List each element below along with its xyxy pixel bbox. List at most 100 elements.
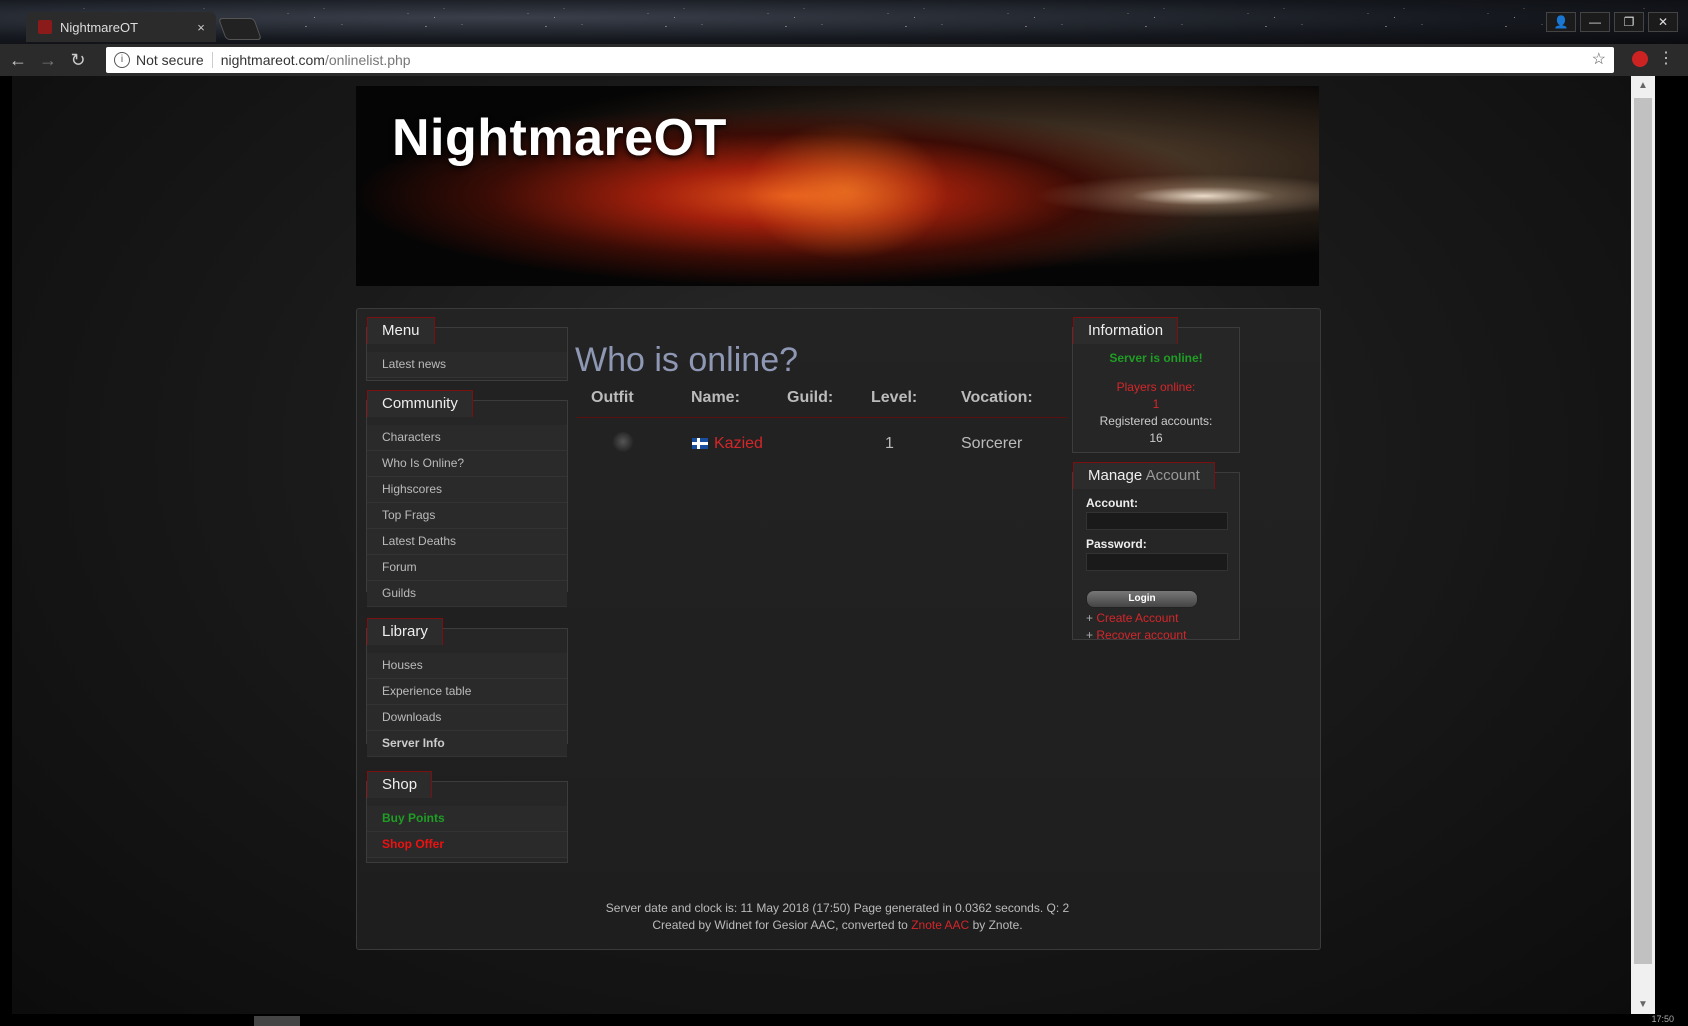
browser-toolbar: ← → ↻ i Not secure nightmareot.com/onlin… (0, 44, 1688, 76)
footer-server-time: Server date and clock is: 11 May 2018 (1… (605, 901, 1070, 915)
col-name: Name: (691, 389, 787, 418)
scroll-down-icon[interactable]: ▼ (1631, 999, 1655, 1010)
maximize-button[interactable]: ❐ (1614, 12, 1644, 32)
footer-credits: Created by Widnet for Gesior AAC, conver… (356, 917, 1319, 934)
library-heading: Library (367, 618, 443, 645)
reload-button[interactable]: ↻ (66, 50, 90, 71)
forward-button[interactable]: → (36, 50, 60, 71)
omnibox-separator (211, 52, 213, 68)
cell-vocation: Sorcerer (961, 435, 1023, 452)
tab-title: NightmareOT (60, 19, 139, 35)
taskbar-clock: 17:50 (1651, 1014, 1674, 1024)
manage-account-box: Manage Account Account: Password: Login … (1072, 462, 1240, 642)
site-favicon-icon (38, 20, 52, 34)
nav-server-info[interactable]: Server Info (367, 731, 567, 757)
profile-icon[interactable]: 👤 (1546, 12, 1576, 32)
login-form: Account: Password: Login + Create Accoun… (1073, 473, 1239, 652)
security-label: Not secure (136, 52, 204, 68)
recover-account-link[interactable]: Recover account (1096, 628, 1186, 642)
manage-account-heading: Manage Account (1073, 462, 1215, 489)
scroll-up-icon[interactable]: ▲ (1631, 80, 1655, 91)
scrollbar-thumb[interactable] (1634, 98, 1652, 964)
footer-credits-a: Created by Widnet for Gesior AAC, conver… (652, 918, 908, 932)
nav-buy-points[interactable]: Buy Points (367, 806, 567, 832)
browser-titlebar: NightmareOT × 👤 — ❐ ✕ (0, 0, 1688, 44)
plus-icon: + (1086, 628, 1094, 642)
nav-experience-table[interactable]: Experience table (367, 679, 567, 705)
footer-credits-b: by Znote. (972, 918, 1023, 932)
site-banner: NightmareOT (356, 86, 1319, 286)
account-heading-word: Account (1145, 467, 1200, 484)
nav-who-is-online[interactable]: Who Is Online? (367, 451, 567, 477)
plus-icon: + (1086, 611, 1094, 625)
site-title: NightmareOT (392, 109, 727, 167)
nav-top-frags[interactable]: Top Frags (367, 503, 567, 529)
account-links: + Create Account + Recover account (1086, 610, 1227, 644)
bookmark-star-icon[interactable]: ☆ (1592, 49, 1606, 69)
tab-close-icon[interactable]: × (192, 20, 210, 35)
browser-menu-icon[interactable]: ⋮ (1658, 48, 1674, 68)
page-scrollbar[interactable]: ▲ ▼ (1631, 76, 1655, 1014)
create-account-link[interactable]: Create Account (1096, 611, 1178, 625)
browser-tab[interactable]: NightmareOT × (26, 12, 216, 42)
nav-latest-news[interactable]: Latest news (367, 352, 567, 378)
registered-accounts-value: 16 (1149, 431, 1163, 445)
login-button[interactable]: Login (1086, 590, 1198, 608)
server-status: Server is online! (1109, 351, 1203, 365)
page-viewport: NightmareOT Menu Latest news Community C… (12, 76, 1655, 1014)
community-box: Community Characters Who Is Online? High… (366, 390, 568, 607)
close-window-button[interactable]: ✕ (1648, 12, 1678, 32)
nav-latest-deaths[interactable]: Latest Deaths (367, 529, 567, 555)
nav-houses[interactable]: Houses (367, 653, 567, 679)
url-host: nightmareot.com (220, 52, 325, 68)
shop-heading: Shop (367, 771, 433, 798)
table-header-row: Outfit Name: Guild: Level: Vocation: (577, 389, 1067, 418)
nav-characters[interactable]: Characters (367, 425, 567, 451)
cell-name: Kazied (691, 418, 871, 458)
nav-highscores[interactable]: Highscores (367, 477, 567, 503)
page-title: Who is online? (575, 341, 799, 379)
col-guild: Guild: (787, 389, 871, 418)
cell-outfit (577, 418, 691, 458)
players-online-label: Players online: (1116, 380, 1196, 394)
address-bar[interactable]: i Not secure nightmareot.com/onlinelist.… (106, 47, 1614, 73)
outfit-sprite-icon (612, 432, 634, 456)
window-controls: 👤 — ❐ ✕ (1546, 12, 1678, 32)
password-label: Password: (1086, 537, 1147, 551)
community-list: Characters Who Is Online? Highscores Top… (367, 401, 567, 615)
account-label: Account: (1086, 496, 1138, 510)
password-input[interactable] (1086, 553, 1228, 571)
taskbar-item[interactable] (254, 1016, 300, 1026)
info-icon[interactable]: i (114, 52, 130, 68)
col-vocation: Vocation: (961, 389, 1067, 418)
new-tab-button[interactable] (217, 18, 263, 40)
nav-downloads[interactable]: Downloads (367, 705, 567, 731)
online-players-table: Outfit Name: Guild: Level: Vocation: Kaz… (577, 389, 1067, 457)
information-box: Information Server is online! Players on… (1072, 317, 1240, 455)
information-heading: Information (1073, 317, 1179, 344)
cell-level: 1 (885, 435, 894, 452)
menu-heading: Menu (367, 317, 435, 344)
nav-shop-offer[interactable]: Shop Offer (367, 832, 567, 858)
player-name-link[interactable]: Kazied (714, 435, 763, 452)
url-text[interactable]: nightmareot.com/onlinelist.php (221, 52, 411, 68)
information-body: Server is online! Players online: 1 Regi… (1073, 328, 1239, 455)
players-online-value: 1 (1152, 397, 1160, 411)
account-input[interactable] (1086, 512, 1228, 530)
nav-forum[interactable]: Forum (367, 555, 567, 581)
library-box: Library Houses Experience table Download… (366, 618, 568, 757)
back-button[interactable]: ← (6, 50, 30, 71)
os-taskbar: 17:50 (0, 1014, 1688, 1026)
registered-accounts-label: Registered accounts: (1099, 414, 1213, 428)
page-footer: Server date and clock is: 11 May 2018 (1… (356, 900, 1319, 934)
minimize-button[interactable]: — (1580, 12, 1610, 32)
znote-aac-link[interactable]: Znote AAC (911, 918, 969, 932)
url-path: /onlinelist.php (324, 52, 411, 68)
manage-heading-word: Manage (1088, 467, 1143, 484)
banner-art (736, 116, 956, 266)
extension-icon[interactable] (1632, 51, 1648, 67)
sweden-flag-icon (692, 438, 708, 450)
nav-guilds[interactable]: Guilds (367, 581, 567, 607)
content-container: Menu Latest news Community Characters Wh… (356, 308, 1321, 950)
menu-box: Menu Latest news (366, 317, 568, 381)
